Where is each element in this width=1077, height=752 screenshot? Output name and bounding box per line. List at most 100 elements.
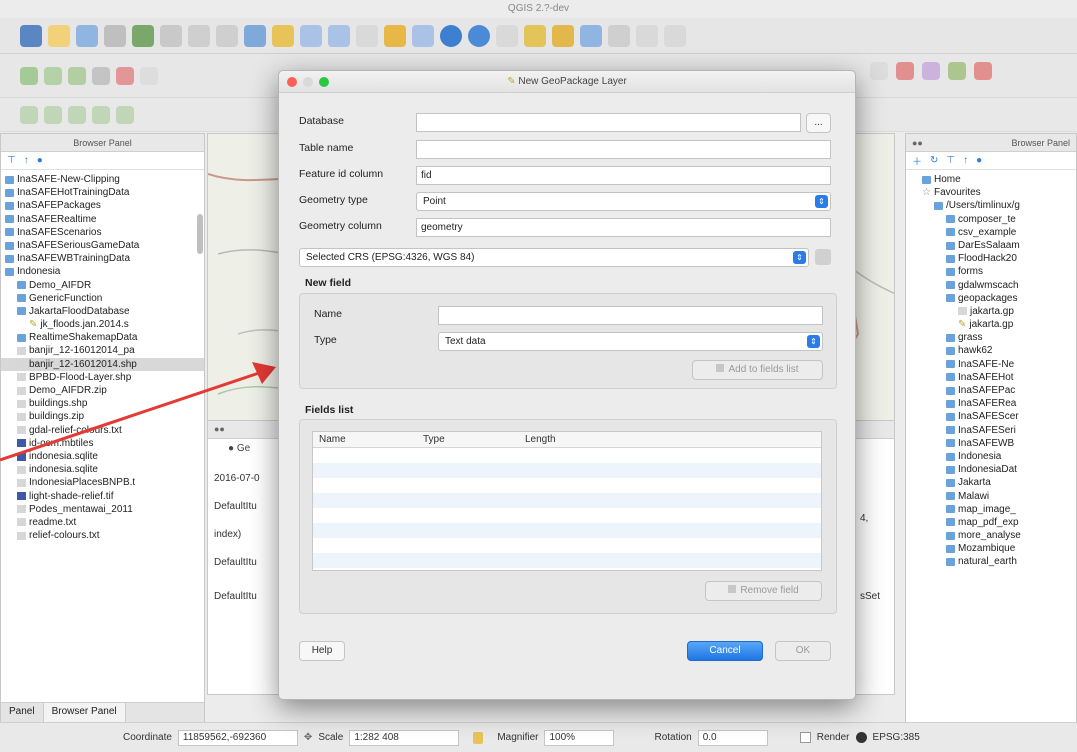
tree-item[interactable]: /Users/timlinux/g [906, 199, 1076, 212]
feature-id-input[interactable]: fid [416, 166, 831, 185]
scale-field[interactable]: 1:282 408 [349, 729, 460, 746]
pan-to-selection-icon[interactable] [160, 24, 182, 47]
tree-item[interactable]: InaSAFEScer [906, 410, 1076, 423]
tree-item[interactable]: Demo_AIFDR [1, 279, 204, 292]
tree-item[interactable]: Jakarta [906, 476, 1076, 489]
tree-item[interactable]: InaSAFESeriousGameData [1, 239, 204, 252]
tree-item[interactable]: geopackages [906, 292, 1076, 305]
tree-item[interactable]: jakarta.gp [906, 305, 1076, 318]
column-header-name[interactable]: Name [319, 434, 346, 445]
new-project-icon[interactable] [20, 24, 42, 47]
tab-panel[interactable]: Panel [1, 703, 43, 722]
tree-item[interactable]: InaSAFEWBTrainingData [1, 252, 204, 265]
tree-item[interactable]: Mozambique [906, 542, 1076, 555]
filter-icon[interactable]: ⊤ [946, 155, 955, 166]
edit-icon[interactable] [140, 66, 158, 85]
field-name-input[interactable] [438, 306, 823, 325]
tree-item[interactable]: hawk62 [906, 344, 1076, 357]
measure-icon[interactable] [664, 24, 686, 47]
collapse-icon[interactable]: ↑ [24, 155, 29, 166]
add-postgis-icon[interactable] [68, 66, 86, 85]
tree-item[interactable]: InaSAFEHot [906, 371, 1076, 384]
pan-icon[interactable] [132, 24, 154, 47]
tree-item[interactable]: InaSAFEWB [906, 437, 1076, 450]
add-vector-icon[interactable] [20, 66, 38, 85]
statistics-icon[interactable] [636, 24, 658, 47]
panel-controls[interactable]: ●● [912, 134, 923, 152]
tree-item[interactable]: InaSAFERea [906, 397, 1076, 410]
cancel-button[interactable]: Cancel [687, 641, 763, 661]
tree-item[interactable]: map_image_ [906, 503, 1076, 516]
bookmark-icon[interactable] [412, 24, 434, 47]
add-icon[interactable]: ＋ [912, 153, 922, 168]
tree-item[interactable]: InaSAFEPackages [1, 199, 204, 212]
fields-table[interactable]: Name Type Length [312, 431, 822, 571]
tree-item[interactable]: Indonesia [1, 265, 204, 278]
delete-icon[interactable] [116, 66, 134, 85]
tree-item[interactable]: Malawi [906, 490, 1076, 503]
deselect-icon[interactable] [552, 24, 574, 47]
tree-item[interactable]: natural_earth [906, 555, 1076, 568]
select-icon[interactable] [496, 24, 518, 47]
add-to-fields-button[interactable]: Add to fields list [692, 360, 823, 380]
info-icon[interactable]: ● [37, 155, 43, 166]
geometry-column-input[interactable]: geometry [416, 218, 831, 237]
rotation-field[interactable]: 0.0 [697, 729, 768, 746]
layer-tool-icon[interactable] [44, 105, 62, 124]
tree-item[interactable]: light-shade-relief.tif [1, 490, 204, 503]
layer-tool-icon[interactable] [20, 105, 38, 124]
tree-item[interactable]: InaSAFERealtime [1, 213, 204, 226]
minimize-icon[interactable] [303, 77, 313, 87]
scrollbar[interactable] [197, 214, 203, 254]
tree-item[interactable]: more_analyse [906, 529, 1076, 542]
magnifier-field[interactable]: 100% [544, 729, 615, 746]
zoom-in-icon[interactable] [188, 24, 210, 47]
help-button[interactable]: Help [299, 641, 345, 661]
chart-icon[interactable] [896, 62, 914, 80]
lock-icon[interactable] [473, 731, 484, 744]
tree-item[interactable]: ✎ jk_floods.jan.2014.s [1, 318, 204, 331]
tool-icon[interactable] [974, 62, 992, 80]
coordinate-field[interactable]: 11859562,-692360 [177, 729, 298, 746]
crs-select[interactable]: Selected CRS (EPSG:4326, WGS 84) ⇕ [299, 248, 809, 267]
tree-item[interactable]: JakartaFloodDatabase [1, 305, 204, 318]
tool-icon[interactable] [948, 62, 966, 80]
zoom-selection-icon[interactable] [300, 24, 322, 47]
identify-icon[interactable] [468, 24, 490, 47]
tree-item[interactable]: forms [906, 265, 1076, 278]
column-header-type[interactable]: Type [423, 434, 445, 445]
geometry-type-select[interactable]: Point ⇕ [416, 192, 831, 211]
field-calculator-icon[interactable] [608, 24, 630, 47]
zoom-next-icon[interactable] [356, 24, 378, 47]
tool-icon[interactable] [922, 62, 940, 80]
tree-item[interactable]: InaSAFEHotTrainingData [1, 186, 204, 199]
tree-item[interactable]: FloodHack20 [906, 252, 1076, 265]
layer-tool-icon[interactable] [116, 105, 134, 124]
tree-item[interactable]: InaSAFE-Ne [906, 358, 1076, 371]
tree-item[interactable]: GenericFunction [1, 292, 204, 305]
tree-item[interactable]: ✎ jakarta.gp [906, 318, 1076, 331]
tree-item[interactable]: ☆ Favourites [906, 186, 1076, 199]
tree-item[interactable]: readme.txt [1, 516, 204, 529]
browse-database-button[interactable]: ... [806, 113, 831, 133]
refresh-icon[interactable]: ↻ [930, 155, 938, 166]
add-raster-icon[interactable] [44, 66, 62, 85]
collapse-icon[interactable]: ↑ [963, 155, 968, 166]
tree-item[interactable]: IndonesiaPlacesBNPB.t [1, 476, 204, 489]
zoom-layer-icon[interactable] [272, 24, 294, 47]
zoom-icon[interactable] [319, 77, 329, 87]
tree-item[interactable]: InaSAFE-New-Clipping [1, 173, 204, 186]
tree-item[interactable]: IndonesiaDat [906, 463, 1076, 476]
tree-item[interactable]: csv_example [906, 226, 1076, 239]
crs-icon[interactable] [855, 732, 867, 743]
tree-item[interactable]: InaSAFESeri [906, 424, 1076, 437]
field-type-select[interactable]: Text data ⇕ [438, 332, 823, 351]
ok-button[interactable]: OK [775, 641, 831, 661]
tree-item[interactable]: InaSAFEScenarios [1, 226, 204, 239]
select-by-value-icon[interactable] [524, 24, 546, 47]
print-composer-icon[interactable] [104, 24, 126, 47]
tree-item[interactable]: gdalwmscach [906, 279, 1076, 292]
table-name-input[interactable] [416, 140, 831, 159]
crs-selector-icon[interactable] [815, 249, 831, 265]
zoom-full-icon[interactable] [244, 24, 266, 47]
